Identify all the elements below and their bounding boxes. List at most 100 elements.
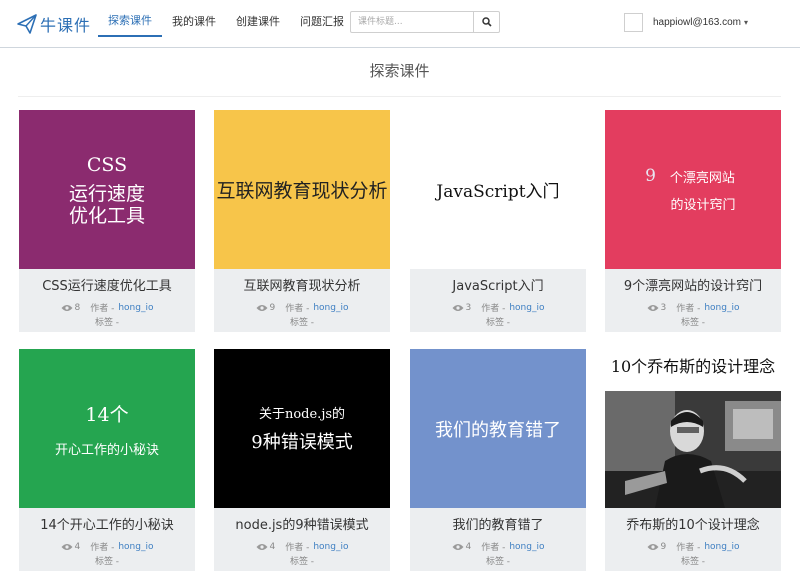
course-cover[interactable]: CSS 运行速度 优化工具 bbox=[19, 110, 195, 269]
course-title[interactable]: 互联网教育现状分析 bbox=[214, 275, 390, 294]
course-meta: 9 作者 - hong_io bbox=[605, 540, 781, 553]
author-label: 作者 - bbox=[285, 304, 310, 314]
author-link[interactable]: hong_io bbox=[118, 303, 153, 313]
course-card[interactable]: 互联网教育现状分析 互联网教育现状分析 9 作者 - hong_io 标签 - bbox=[214, 110, 390, 332]
view-count: 3 bbox=[465, 302, 472, 313]
course-title[interactable]: 乔布斯的10个设计理念 bbox=[605, 514, 781, 533]
cover-text: JavaScript入门 bbox=[436, 182, 560, 202]
brand-name: 牛课件 bbox=[40, 16, 92, 35]
author-link[interactable]: hong_io bbox=[313, 542, 348, 552]
author-label: 作者 - bbox=[481, 543, 506, 553]
paper-plane-icon bbox=[17, 14, 37, 34]
cover-text: 的设计窍门 bbox=[670, 198, 736, 213]
eye-icon bbox=[61, 543, 72, 550]
user-menu[interactable]: happiowl@163.com ▾ bbox=[624, 13, 748, 32]
author-link[interactable]: hong_io bbox=[509, 542, 544, 552]
course-card[interactable]: CSS 运行速度 优化工具 CSS运行速度优化工具 8 作者 - hong_io… bbox=[19, 110, 195, 332]
nav-item-report-issue[interactable]: 问题汇报 bbox=[290, 0, 354, 48]
cover-text: 开心工作的小秘诀 bbox=[54, 442, 159, 458]
user-email[interactable]: happiowl@163.com bbox=[653, 17, 741, 28]
tags-label: 标签 - bbox=[94, 318, 120, 328]
portrait-photo bbox=[605, 391, 781, 508]
course-card[interactable]: 10个乔布斯的设计理念 乔布斯的10个设计理念 9 作者 - hong_io 标… bbox=[605, 349, 781, 571]
cover-text: 9种错误模式 bbox=[251, 432, 353, 453]
cover-text: 10个乔布斯的设计理念 bbox=[610, 357, 776, 376]
author-link[interactable]: hong_io bbox=[313, 303, 348, 313]
tags-label: 标签 - bbox=[289, 557, 315, 567]
tags-label: 标签 - bbox=[485, 557, 511, 567]
author-label: 作者 - bbox=[481, 304, 506, 314]
cover-text: 关于node.js的 bbox=[258, 407, 346, 422]
nav-item-my-courseware[interactable]: 我的课件 bbox=[162, 0, 226, 48]
view-count: 9 bbox=[660, 541, 667, 552]
course-title[interactable]: 14个开心工作的小秘诀 bbox=[19, 514, 195, 533]
search-input[interactable] bbox=[350, 11, 474, 33]
main-nav: 探索课件 我的课件 创建课件 问题汇报 bbox=[98, 0, 354, 48]
course-cover[interactable]: 14个 开心工作的小秘诀 bbox=[19, 349, 195, 508]
eye-icon bbox=[256, 543, 267, 550]
course-cover[interactable]: 10个乔布斯的设计理念 bbox=[605, 349, 781, 508]
divider bbox=[18, 96, 781, 97]
cover-text: 优化工具 bbox=[68, 204, 145, 227]
search-bar bbox=[350, 11, 500, 33]
cover-text: 个漂亮网站 bbox=[669, 170, 735, 186]
eye-icon bbox=[256, 304, 267, 311]
brand-logo[interactable]: 牛课件 bbox=[16, 12, 91, 36]
course-card[interactable]: 我们的教育错了 我们的教育错了 4 作者 - hong_io 标签 - bbox=[410, 349, 586, 571]
tags-label: 标签 - bbox=[680, 557, 706, 567]
tags-label: 标签 - bbox=[94, 557, 120, 567]
cover-text: CSS bbox=[86, 153, 128, 176]
nav-item-explore[interactable]: 探索课件 bbox=[98, 0, 162, 37]
author-label: 作者 - bbox=[676, 543, 701, 553]
view-count: 4 bbox=[74, 541, 81, 552]
course-card[interactable]: JavaScript入门 JavaScript入门 3 作者 - hong_io… bbox=[410, 110, 586, 332]
cover-text: 互联网教育现状分析 bbox=[216, 180, 388, 202]
course-cover[interactable]: 9 个漂亮网站 的设计窍门 bbox=[605, 110, 781, 269]
view-count: 4 bbox=[465, 541, 472, 552]
cover-text: 14个 bbox=[85, 403, 129, 426]
cover-text: 9 bbox=[645, 166, 656, 186]
course-title[interactable]: JavaScript入门 bbox=[410, 275, 586, 294]
search-icon bbox=[481, 17, 492, 27]
search-button[interactable] bbox=[474, 11, 500, 33]
tags-label: 标签 - bbox=[485, 318, 511, 328]
course-title[interactable]: 9个漂亮网站的设计窍门 bbox=[605, 275, 781, 294]
nav-item-create-courseware[interactable]: 创建课件 bbox=[226, 0, 290, 48]
course-card[interactable]: 9 个漂亮网站 的设计窍门 9个漂亮网站的设计窍门 3 作者 - hong_io… bbox=[605, 110, 781, 332]
view-count: 4 bbox=[269, 541, 276, 552]
avatar[interactable] bbox=[624, 13, 643, 32]
cover-text: 我们的教育错了 bbox=[435, 419, 561, 441]
tags-label: 标签 - bbox=[680, 318, 706, 328]
course-title[interactable]: node.js的9种错误模式 bbox=[214, 514, 390, 533]
course-card[interactable]: 14个 开心工作的小秘诀 14个开心工作的小秘诀 4 作者 - hong_io … bbox=[19, 349, 195, 571]
eye-icon bbox=[452, 543, 463, 550]
view-count: 3 bbox=[660, 302, 667, 313]
author-label: 作者 - bbox=[676, 304, 701, 314]
course-cover[interactable]: 我们的教育错了 bbox=[410, 349, 586, 508]
course-meta: 4 作者 - hong_io bbox=[410, 540, 586, 553]
top-navbar: 牛课件 探索课件 我的课件 创建课件 问题汇报 happiowl@163.com… bbox=[0, 0, 800, 48]
tags-label: 标签 - bbox=[289, 318, 315, 328]
course-title[interactable]: 我们的教育错了 bbox=[410, 514, 586, 533]
course-cover[interactable]: 关于node.js的 9种错误模式 bbox=[214, 349, 390, 508]
course-cover[interactable]: JavaScript入门 bbox=[410, 110, 586, 269]
course-meta: 8 作者 - hong_io bbox=[19, 301, 195, 314]
course-meta: 3 作者 - hong_io bbox=[605, 301, 781, 314]
chevron-down-icon[interactable]: ▾ bbox=[744, 18, 748, 27]
author-link[interactable]: hong_io bbox=[509, 303, 544, 313]
author-link[interactable]: hong_io bbox=[704, 542, 739, 552]
course-meta: 4 作者 - hong_io bbox=[19, 540, 195, 553]
course-title[interactable]: CSS运行速度优化工具 bbox=[19, 275, 195, 294]
course-meta: 3 作者 - hong_io bbox=[410, 301, 586, 314]
course-cover[interactable]: 互联网教育现状分析 bbox=[214, 110, 390, 269]
author-label: 作者 - bbox=[90, 304, 115, 314]
author-link[interactable]: hong_io bbox=[704, 303, 739, 313]
eye-icon bbox=[647, 543, 658, 550]
author-link[interactable]: hong_io bbox=[118, 542, 153, 552]
cover-text: 运行速度 bbox=[68, 182, 145, 205]
author-label: 作者 - bbox=[285, 543, 310, 553]
course-card[interactable]: 关于node.js的 9种错误模式 node.js的9种错误模式 4 作者 - … bbox=[214, 349, 390, 571]
course-meta: 4 作者 - hong_io bbox=[214, 540, 390, 553]
view-count: 9 bbox=[269, 302, 276, 313]
eye-icon bbox=[61, 304, 72, 311]
